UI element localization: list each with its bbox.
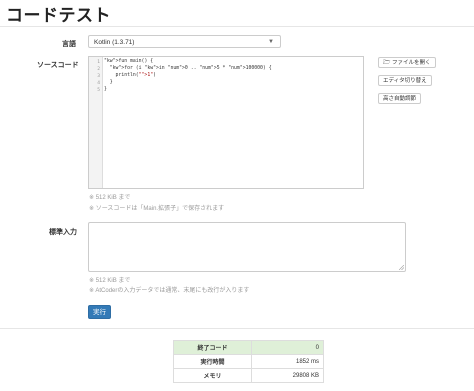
- open-file-label: ファイルを開く: [391, 60, 431, 66]
- result-table: 終了コード 0 実行時間 1852 ms メモリ 29808 KB: [173, 340, 324, 383]
- code-line: "kw">for (i "kw">in "num">0 .. "num">5 *…: [109, 66, 272, 71]
- page-title: コードテスト: [6, 6, 111, 25]
- open-file-button[interactable]: 🗁 ファイルを開く: [378, 57, 436, 68]
- stdin-label: 標準入力: [49, 229, 77, 236]
- line-number: 4: [97, 81, 100, 86]
- code-editor[interactable]: 1 2 3 4 5 "kw">fun main() { "kw">for (i …: [88, 56, 364, 189]
- language-select-value: Kotlin (1.3.71): [94, 39, 135, 46]
- chevron-down-icon: ▼: [268, 39, 274, 45]
- line-number: 1: [97, 60, 100, 65]
- stdin-size-note: ※ 512 KiB まで: [89, 278, 131, 284]
- auto-height-button[interactable]: 高さ自動調節: [378, 93, 422, 104]
- memory-value: 29808 KB: [251, 368, 324, 383]
- table-row: 実行時間 1852 ms: [173, 354, 324, 369]
- source-filename-note: ※ ソースコードは「Main.拡張子」で保存されます: [89, 206, 225, 212]
- exec-time-key: 実行時間: [173, 354, 252, 369]
- line-number: 3: [97, 74, 100, 79]
- resize-handle-icon[interactable]: [399, 265, 404, 270]
- line-number: 2: [97, 67, 100, 72]
- exit-code-key: 終了コード: [173, 340, 252, 355]
- table-row: メモリ 29808 KB: [173, 368, 324, 383]
- line-number: 5: [97, 88, 100, 93]
- code-line: println("">1"): [104, 73, 156, 78]
- editor-gutter: 1 2 3 4 5: [89, 57, 103, 188]
- title-divider: [0, 26, 474, 27]
- code-line: }: [104, 80, 113, 85]
- table-row: 終了コード 0: [173, 340, 324, 355]
- exit-code-value: 0: [251, 340, 324, 355]
- memory-key: メモリ: [173, 368, 252, 383]
- exec-time-value: 1852 ms: [251, 354, 324, 369]
- stdin-textarea[interactable]: [88, 222, 406, 272]
- run-button[interactable]: 実行: [88, 305, 111, 319]
- folder-open-icon: 🗁: [383, 60, 391, 66]
- source-size-note: ※ 512 KiB まで: [89, 195, 131, 201]
- result-divider: [0, 328, 474, 329]
- toggle-editor-button[interactable]: エディタ切り替え: [378, 75, 432, 86]
- code-line: "kw">fun main() {: [104, 59, 154, 64]
- language-select[interactable]: Kotlin (1.3.71) ▼: [88, 35, 281, 48]
- stdin-newline-note: ※ AtCoderの入力データでは通常、末尾にも改行が入ります: [89, 288, 250, 294]
- code-line: }: [104, 87, 107, 92]
- language-label: 言語: [62, 41, 76, 48]
- source-code-label: ソースコード: [37, 62, 79, 69]
